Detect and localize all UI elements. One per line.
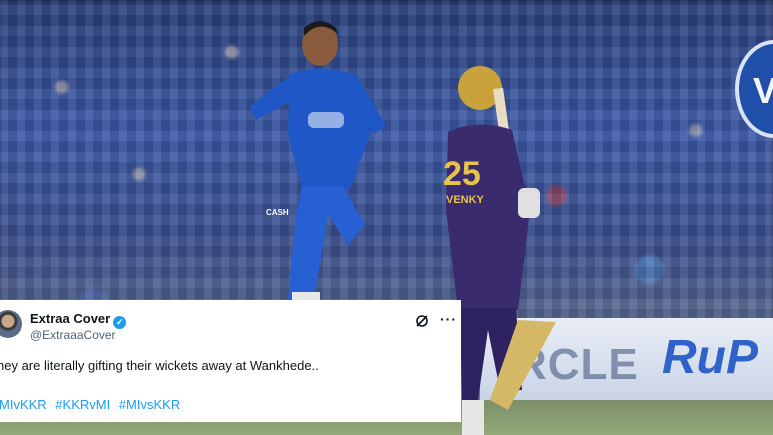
hashtag-link[interactable]: #KKRvMI [55,397,110,412]
grok-icon[interactable] [415,314,429,328]
display-name-text[interactable]: Extraa Cover [30,311,110,326]
batter-name: VENKY [446,194,484,206]
bowler-figure [250,21,386,304]
tweet-text: hey are literally gifting their wickets … [0,358,319,373]
hashtag-link[interactable]: #MIvsKKR [119,397,180,412]
board-brand: RuP [662,331,758,384]
more-options-icon[interactable]: ··· [440,311,457,327]
batter-number: 25 [443,155,481,193]
user-handle[interactable]: @ExtraaaCover [30,328,116,342]
bowler-badge: CASH [266,208,289,217]
hashtag-link[interactable]: MIvKKR [0,397,47,412]
stadium-logo-letter: V [753,70,773,111]
display-name[interactable]: Extraa Cover ✓ [30,311,127,329]
hashtag-list: MIvKKR #KKRvMI #MIvsKKR [0,397,185,412]
tweet-card[interactable]: Extraa Cover ✓ @ExtraaaCover ··· hey are … [0,300,461,422]
avatar[interactable] [0,310,22,338]
